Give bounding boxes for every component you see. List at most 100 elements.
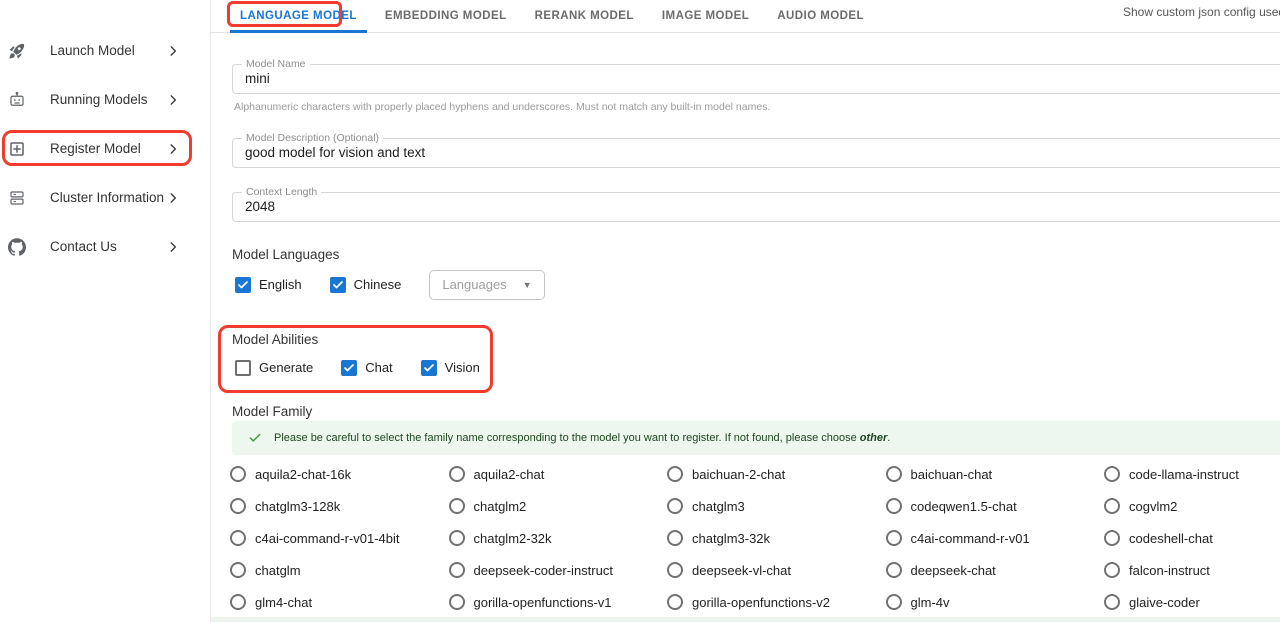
ability-chat-group: Chat [341,360,392,376]
radio-icon[interactable] [667,562,683,578]
family-option-cogvlm2[interactable]: cogvlm2 [1104,490,1280,522]
register-model-page: Launch ModelRunning Models Register Model… [0,0,1280,622]
radio-label: chatglm [255,563,301,578]
family-option-codeqwen1.5-chat[interactable]: codeqwen1.5-chat [886,490,1105,522]
family-option-aquila2-chat[interactable]: aquila2-chat [449,458,668,490]
radio-icon[interactable] [449,466,465,482]
radio-label: aquila2-chat [474,467,545,482]
radio-icon[interactable] [667,498,683,514]
radio-icon[interactable] [230,530,246,546]
radio-label: falcon-instruct [1129,563,1210,578]
family-option-deepseek-chat[interactable]: deepseek-chat [886,554,1105,586]
family-option-deepseek-coder-instruct[interactable]: deepseek-coder-instruct [449,554,668,586]
context-length-field[interactable]: Context Length 2048 [232,192,1280,222]
checkbox-label: Chinese [354,277,402,292]
chevron-right-icon [166,44,180,58]
sidebar-item-contact-us[interactable]: Contact Us [0,222,210,271]
language-chinese-checkbox[interactable] [330,277,346,293]
family-option-chatglm[interactable]: chatglm [230,554,449,586]
family-option-code-llama-instruct[interactable]: code-llama-instruct [1104,458,1280,490]
ability-chat-checkbox[interactable] [341,360,357,376]
sidebar: Launch ModelRunning Models Register Model… [0,0,211,622]
family-option-gorilla-openfunctions-v2[interactable]: gorilla-openfunctions-v2 [667,586,886,618]
radio-icon[interactable] [886,530,902,546]
show-custom-json-config-link[interactable]: Show custom json config used b [1123,5,1280,19]
family-option-glm-4v[interactable]: glm-4v [886,586,1105,618]
context-length-label: Context Length [242,187,321,198]
radio-icon[interactable] [886,594,902,610]
family-option-baichuan-2-chat[interactable]: baichuan-2-chat [667,458,886,490]
radio-label: c4ai-command-r-v01-4bit [255,531,400,546]
family-option-chatglm2-32k[interactable]: chatglm2-32k [449,522,668,554]
family-option-c4ai-command-r-v01-4bit[interactable]: c4ai-command-r-v01-4bit [230,522,449,554]
ability-generate-group: Generate [235,360,313,376]
language-english-group: English [235,277,302,293]
languages-dropdown[interactable]: Languages▼ [429,270,544,300]
family-option-chatglm3-32k[interactable]: chatglm3-32k [667,522,886,554]
radio-icon[interactable] [449,498,465,514]
family-option-glaive-coder[interactable]: glaive-coder [1104,586,1280,618]
model-name-helper-text: Alphanumeric characters with properly pl… [234,101,770,113]
ability-vision-checkbox[interactable] [421,360,437,376]
radio-label: c4ai-command-r-v01 [911,531,1030,546]
family-option-glm4-chat[interactable]: glm4-chat [230,586,449,618]
radio-label: chatglm2-32k [474,531,552,546]
tab-audio-model[interactable]: AUDIO MODEL [763,0,878,32]
radio-icon[interactable] [1104,594,1120,610]
radio-icon[interactable] [886,498,902,514]
radio-icon[interactable] [886,562,902,578]
radio-label: chatglm3-32k [692,531,770,546]
family-option-chatglm3-128k[interactable]: chatglm3-128k [230,490,449,522]
ability-generate-checkbox[interactable] [235,360,251,376]
radio-icon[interactable] [667,594,683,610]
radio-icon[interactable] [230,594,246,610]
language-english-checkbox[interactable] [235,277,251,293]
radio-icon[interactable] [230,562,246,578]
radio-label: baichuan-2-chat [692,467,785,482]
radio-icon[interactable] [449,562,465,578]
radio-icon[interactable] [886,466,902,482]
radio-icon[interactable] [1104,562,1120,578]
checkbox-label: Vision [445,360,480,375]
family-option-deepseek-vl-chat[interactable]: deepseek-vl-chat [667,554,886,586]
model-family-options: aquila2-chat-16k aquila2-chat baichuan-2-c… [230,458,1280,618]
family-option-chatglm2[interactable]: chatglm2 [449,490,668,522]
radio-icon[interactable] [449,530,465,546]
radio-label: chatglm3 [692,499,745,514]
robot-icon [8,91,26,109]
family-option-gorilla-openfunctions-v1[interactable]: gorilla-openfunctions-v1 [449,586,668,618]
model-family-label: Model Family [232,404,312,419]
family-option-c4ai-command-r-v01[interactable]: c4ai-command-r-v01 [886,522,1105,554]
family-option-chatglm3[interactable]: chatglm3 [667,490,886,522]
family-option-aquila2-chat-16k[interactable]: aquila2-chat-16k [230,458,449,490]
radio-label: chatglm3-128k [255,499,340,514]
cluster-icon [8,189,26,207]
model-description-field[interactable]: Model Description (Optional) good model … [232,138,1280,168]
tab-image-model[interactable]: IMAGE MODEL [648,0,763,32]
radio-label: gorilla-openfunctions-v2 [692,595,830,610]
radio-label: glm-4v [911,595,950,610]
radio-icon[interactable] [1104,498,1120,514]
radio-icon[interactable] [230,498,246,514]
sidebar-item-label: Register Model [50,141,166,156]
model-name-field[interactable]: Model Name mini [232,64,1280,94]
radio-icon[interactable] [667,530,683,546]
radio-icon[interactable] [449,594,465,610]
radio-icon[interactable] [667,466,683,482]
sidebar-item-register-model[interactable]: Register Model [0,124,210,173]
radio-icon[interactable] [1104,530,1120,546]
tab-language-model[interactable]: LANGUAGE MODEL [226,0,371,32]
family-option-baichuan-chat[interactable]: baichuan-chat [886,458,1105,490]
sidebar-item-running-models[interactable]: Running Models [0,75,210,124]
github-icon [8,238,26,256]
sidebar-item-label: Contact Us [50,239,166,254]
sidebar-item-cluster-information[interactable]: Cluster Information [0,173,210,222]
tab-rerank-model[interactable]: RERANK MODEL [521,0,648,32]
radio-icon[interactable] [230,466,246,482]
radio-label: gorilla-openfunctions-v1 [474,595,612,610]
radio-icon[interactable] [1104,466,1120,482]
family-option-codeshell-chat[interactable]: codeshell-chat [1104,522,1280,554]
family-option-falcon-instruct[interactable]: falcon-instruct [1104,554,1280,586]
tab-embedding-model[interactable]: EMBEDDING MODEL [371,0,521,32]
sidebar-item-launch-model[interactable]: Launch Model [0,26,210,75]
